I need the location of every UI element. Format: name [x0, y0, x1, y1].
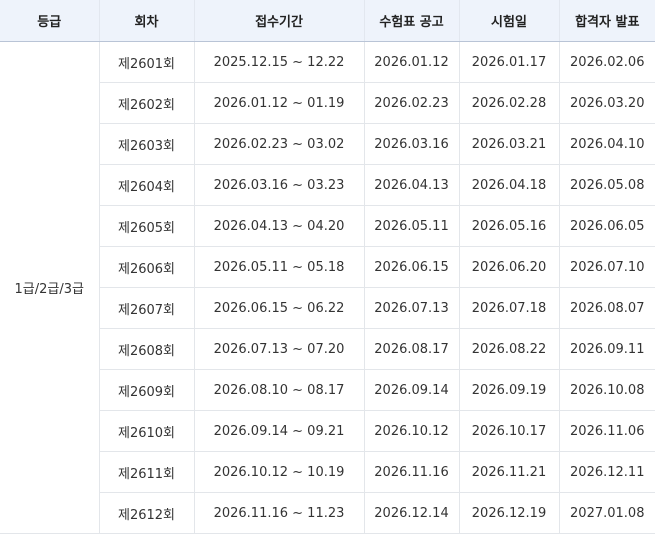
session-cell: 제2602회 — [99, 82, 195, 124]
table-row: 제2604회 2026.03.16 ~ 03.23 2026.04.13 2026.0… — [0, 164, 655, 206]
application-period-cell: 2026.11.16 ~ 11.23 — [194, 492, 365, 534]
table-row: 제2610회 2026.09.14 ~ 09.21 2026.10.12 2026.1… — [0, 410, 655, 452]
result-date-cell: 2026.04.10 — [559, 123, 655, 165]
exam-date-cell: 2026.03.21 — [459, 123, 560, 165]
ticket-notice-cell: 2026.09.14 — [364, 369, 460, 411]
application-period-cell: 2026.10.12 ~ 10.19 — [194, 451, 365, 493]
table-row: 제2606회 2026.05.11 ~ 05.18 2026.06.15 2026.0… — [0, 246, 655, 288]
result-date-cell: 2026.11.06 — [559, 410, 655, 452]
application-period-cell: 2026.09.14 ~ 09.21 — [194, 410, 365, 452]
result-date-cell: 2026.03.20 — [559, 82, 655, 124]
session-cell: 제2601회 — [99, 41, 195, 83]
ticket-notice-cell: 2026.06.15 — [364, 246, 460, 288]
ticket-notice-cell: 2026.05.11 — [364, 205, 460, 247]
exam-date-cell: 2026.11.21 — [459, 451, 560, 493]
application-period-cell: 2026.06.15 ~ 06.22 — [194, 287, 365, 329]
ticket-notice-cell: 2026.01.12 — [364, 41, 460, 83]
table-row: 1급/2급/3급 제2601회 2025.12.15 ~ 12.22 2026.… — [0, 41, 655, 534]
ticket-notice-cell: 2026.04.13 — [364, 164, 460, 206]
application-period-cell: 2025.12.15 ~ 12.22 — [194, 41, 365, 83]
application-period-cell: 2026.02.23 ~ 03.02 — [194, 123, 365, 165]
ticket-notice-cell: 2026.10.12 — [364, 410, 460, 452]
result-date-cell: 2026.10.08 — [559, 369, 655, 411]
ticket-notice-cell: 2026.02.23 — [364, 82, 460, 124]
session-cell: 제2610회 — [99, 410, 195, 452]
session-cell: 제2604회 — [99, 164, 195, 206]
table-row: 제2612회 2026.11.16 ~ 11.23 2026.12.14 2026.1… — [0, 492, 655, 534]
application-period-cell: 2026.03.16 ~ 03.23 — [194, 164, 365, 206]
exam-schedule-table: 등급 회차 접수기간 수험표 공고 시험일 합격자 발표 1급/2급/3급 제2… — [0, 0, 655, 534]
table-row: 제2608회 2026.07.13 ~ 07.20 2026.08.17 2026.0… — [0, 328, 655, 370]
application-period-cell: 2026.07.13 ~ 07.20 — [194, 328, 365, 370]
session-cell: 제2612회 — [99, 492, 195, 534]
session-cell: 제2611회 — [99, 451, 195, 493]
header-session: 회차 — [99, 0, 195, 42]
result-date-cell: 2026.02.06 — [559, 41, 655, 83]
header-admission-ticket-notice: 수험표 공고 — [364, 0, 460, 42]
exam-date-cell: 2026.08.22 — [459, 328, 560, 370]
header-exam-date: 시험일 — [459, 0, 560, 42]
ticket-notice-cell: 2026.12.14 — [364, 492, 460, 534]
exam-date-cell: 2026.04.18 — [459, 164, 560, 206]
table-row: 제2603회 2026.02.23 ~ 03.02 2026.03.16 2026.0… — [0, 123, 655, 165]
session-cell: 제2607회 — [99, 287, 195, 329]
table-row: 제2611회 2026.10.12 ~ 10.19 2026.11.16 2026.1… — [0, 451, 655, 493]
header-row: 등급 회차 접수기간 수험표 공고 시험일 합격자 발표 — [0, 0, 655, 42]
exam-date-cell: 2026.12.19 — [459, 492, 560, 534]
session-cell: 제2606회 — [99, 246, 195, 288]
result-date-cell: 2026.06.05 — [559, 205, 655, 247]
exam-date-cell: 2026.06.20 — [459, 246, 560, 288]
table-row: 제2607회 2026.06.15 ~ 06.22 2026.07.13 2026.0… — [0, 287, 655, 329]
ticket-notice-cell: 2026.07.13 — [364, 287, 460, 329]
result-date-cell: 2026.08.07 — [559, 287, 655, 329]
application-period-cell: 2026.04.13 ~ 04.20 — [194, 205, 365, 247]
header-application-period: 접수기간 — [194, 0, 365, 42]
session-cell: 제2609회 — [99, 369, 195, 411]
application-period-cell: 2026.05.11 ~ 05.18 — [194, 246, 365, 288]
result-date-cell: 2026.09.11 — [559, 328, 655, 370]
application-period-cell: 2026.01.12 ~ 01.19 — [194, 82, 365, 124]
ticket-notice-cell: 2026.03.16 — [364, 123, 460, 165]
exam-date-cell: 2026.10.17 — [459, 410, 560, 452]
table-row: 제2605회 2026.04.13 ~ 04.20 2026.05.11 2026.0… — [0, 205, 655, 247]
grade-cell: 1급/2급/3급 — [0, 41, 100, 534]
session-cell: 제2603회 — [99, 123, 195, 165]
exam-date-cell: 2026.05.16 — [459, 205, 560, 247]
session-cell: 제2608회 — [99, 328, 195, 370]
exam-date-cell: 2026.01.17 — [459, 41, 560, 83]
header-grade: 등급 — [0, 0, 100, 42]
table-body: 1급/2급/3급 제2601회 2025.12.15 ~ 12.22 2026.… — [0, 41, 655, 534]
result-date-cell: 2027.01.08 — [559, 492, 655, 534]
table-row: 제2602회 2026.01.12 ~ 01.19 2026.02.23 2026.0… — [0, 82, 655, 124]
exam-date-cell: 2026.09.19 — [459, 369, 560, 411]
session-cell: 제2605회 — [99, 205, 195, 247]
result-date-cell: 2026.05.08 — [559, 164, 655, 206]
table-row: 제2609회 2026.08.10 ~ 08.17 2026.09.14 2026.0… — [0, 369, 655, 411]
exam-date-cell: 2026.07.18 — [459, 287, 560, 329]
ticket-notice-cell: 2026.11.16 — [364, 451, 460, 493]
ticket-notice-cell: 2026.08.17 — [364, 328, 460, 370]
application-period-cell: 2026.08.10 ~ 08.17 — [194, 369, 365, 411]
header-result-announcement: 합격자 발표 — [559, 0, 655, 42]
result-date-cell: 2026.07.10 — [559, 246, 655, 288]
exam-date-cell: 2026.02.28 — [459, 82, 560, 124]
result-date-cell: 2026.12.11 — [559, 451, 655, 493]
